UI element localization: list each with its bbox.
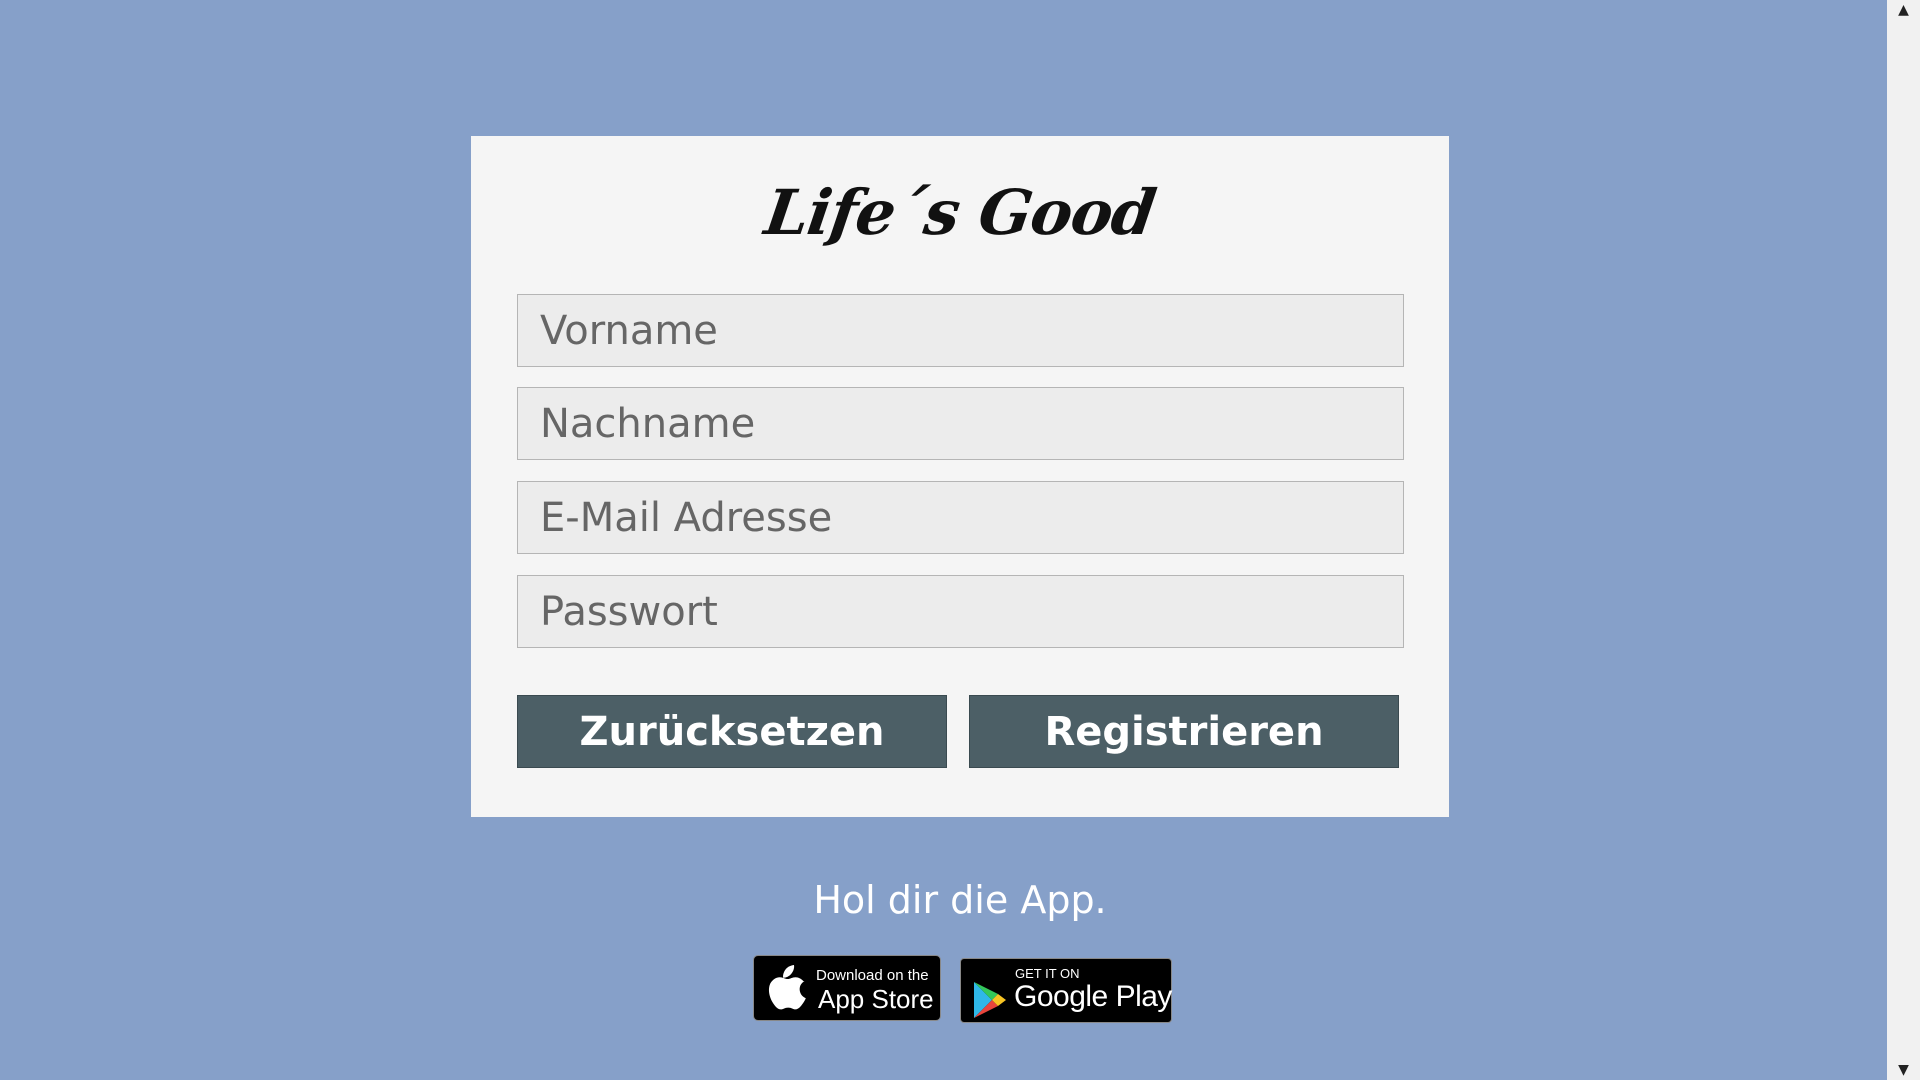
vertical-scrollbar[interactable]: ▲ ▼ [1887, 0, 1920, 1080]
first-name-input[interactable] [517, 294, 1404, 367]
google-play-big-text: Google Play [1014, 980, 1172, 1013]
brand-logo: Life´s Good [760, 176, 1160, 249]
page-background: Life´s Good Zurücksetzen Registrieren Ho… [0, 0, 1887, 1080]
register-button[interactable]: Registrieren [969, 695, 1399, 768]
app-store-big-text: App Store [818, 984, 934, 1014]
scroll-up-icon[interactable]: ▲ [1887, 0, 1920, 20]
last-name-input[interactable] [517, 387, 1404, 460]
registration-card: Life´s Good Zurücksetzen Registrieren [471, 136, 1449, 817]
email-input[interactable] [517, 481, 1404, 554]
reset-button[interactable]: Zurücksetzen [517, 695, 947, 768]
get-app-heading: Hol dir die App. [813, 878, 1107, 922]
google-play-badge[interactable]: GET IT ON Google Play [960, 958, 1172, 1023]
google-play-icon [974, 982, 1006, 1018]
app-store-small-text: Download on the [816, 967, 929, 984]
scroll-down-icon[interactable]: ▼ [1887, 1060, 1920, 1080]
password-input[interactable] [517, 575, 1404, 648]
google-play-small-text: GET IT ON [1015, 966, 1080, 981]
apple-icon [768, 965, 806, 1010]
app-store-badge[interactable]: Download on the App Store [753, 955, 941, 1021]
